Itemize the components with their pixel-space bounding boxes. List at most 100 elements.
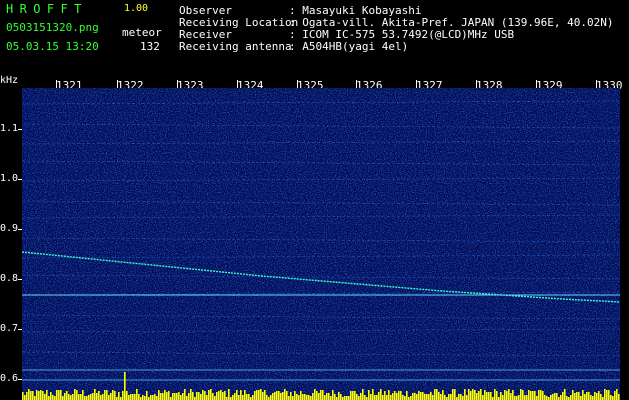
activity-bar bbox=[328, 393, 330, 400]
activity-bar bbox=[218, 391, 220, 400]
activity-bar bbox=[480, 389, 482, 400]
date-time: 05.03.15 13:20 bbox=[6, 40, 99, 53]
activity-bar bbox=[28, 389, 30, 400]
activity-bar bbox=[190, 389, 192, 400]
activity-bar bbox=[198, 392, 200, 400]
activity-bar bbox=[530, 391, 532, 400]
activity-bar bbox=[618, 394, 620, 400]
activity-bar bbox=[472, 389, 474, 400]
frequency-label: 0.6 bbox=[0, 373, 19, 384]
activity-bar bbox=[106, 390, 108, 400]
activity-bar bbox=[134, 394, 136, 400]
activity-bar bbox=[398, 391, 400, 400]
activity-bar bbox=[168, 391, 170, 400]
activity-bar bbox=[438, 392, 440, 400]
activity-bar bbox=[36, 390, 38, 400]
activity-bar bbox=[158, 390, 160, 400]
spectrogram-display bbox=[22, 88, 620, 400]
activity-bar bbox=[346, 396, 348, 400]
activity-bar bbox=[540, 390, 542, 400]
activity-bar bbox=[586, 392, 588, 400]
activity-bar bbox=[392, 393, 394, 400]
activity-bar bbox=[208, 390, 210, 400]
activity-bar bbox=[284, 389, 286, 400]
activity-bar bbox=[520, 389, 522, 400]
activity-bar bbox=[386, 395, 388, 400]
time-tick bbox=[596, 80, 597, 88]
activity-bar bbox=[292, 396, 294, 400]
activity-bar bbox=[26, 392, 28, 400]
activity-bar bbox=[38, 391, 40, 400]
activity-bar bbox=[126, 391, 128, 400]
activity-bar bbox=[322, 390, 324, 400]
activity-bar bbox=[78, 394, 80, 400]
activity-bar bbox=[294, 391, 296, 400]
activity-bar bbox=[502, 395, 504, 400]
activity-bar bbox=[220, 390, 222, 400]
activity-bar bbox=[454, 389, 456, 400]
activity-bar bbox=[244, 390, 246, 400]
activity-bar bbox=[510, 393, 512, 400]
activity-bar bbox=[514, 396, 516, 400]
activity-bar bbox=[104, 390, 106, 400]
activity-bar bbox=[376, 395, 378, 400]
observer-value: : Masayuki Kobayashi bbox=[289, 4, 422, 17]
activity-bar bbox=[526, 395, 528, 400]
time-tick bbox=[177, 80, 178, 88]
activity-bar bbox=[464, 389, 466, 400]
activity-bar bbox=[610, 395, 612, 400]
activity-bar bbox=[308, 395, 310, 400]
activity-bar bbox=[242, 395, 244, 400]
time-tick bbox=[416, 80, 417, 88]
activity-bar bbox=[162, 393, 164, 400]
frequency-label: 0.9 bbox=[0, 223, 19, 234]
activity-bar bbox=[240, 390, 242, 400]
activity-bar bbox=[570, 395, 572, 400]
activity-bar bbox=[56, 390, 58, 400]
activity-bar bbox=[382, 395, 384, 400]
activity-bar bbox=[528, 390, 530, 400]
activity-bar bbox=[518, 395, 520, 400]
activity-bar bbox=[402, 395, 404, 400]
activity-bar bbox=[204, 391, 206, 400]
activity-bar bbox=[606, 390, 608, 400]
activity-bar bbox=[588, 392, 590, 400]
activity-bar bbox=[390, 395, 392, 400]
frequency-axis: kHz 1.1 1.0 0.9 0.8 0.7 0.6 bbox=[0, 75, 22, 400]
activity-bar bbox=[500, 392, 502, 400]
activity-bar bbox=[358, 396, 360, 400]
activity-bar bbox=[488, 392, 490, 400]
activity-bar bbox=[248, 394, 250, 400]
activity-bar bbox=[160, 393, 162, 400]
activity-bar bbox=[180, 395, 182, 400]
activity-bar bbox=[84, 396, 86, 400]
activity-bar bbox=[54, 396, 56, 400]
activity-bar bbox=[200, 394, 202, 400]
activity-bar bbox=[448, 394, 450, 400]
activity-bar bbox=[352, 391, 354, 400]
activity-bar bbox=[552, 394, 554, 400]
activity-bar bbox=[596, 393, 598, 400]
activity-bar bbox=[598, 391, 600, 400]
activity-bar bbox=[44, 394, 46, 400]
activity-bar bbox=[462, 396, 464, 400]
activity-bar bbox=[60, 390, 62, 400]
activity-bar bbox=[278, 391, 280, 400]
time-tick bbox=[237, 80, 238, 88]
activity-bar bbox=[144, 396, 146, 400]
location-value: : Ogata-vill. Akita-Pref. JAPAN (139.96E… bbox=[289, 16, 614, 29]
observer-label: Observer bbox=[179, 4, 232, 17]
activity-bar bbox=[334, 394, 336, 400]
activity-bar bbox=[362, 389, 364, 400]
activity-bar bbox=[476, 393, 478, 400]
activity-bar bbox=[146, 391, 148, 400]
activity-bar bbox=[468, 389, 470, 400]
activity-bar bbox=[612, 396, 614, 400]
activity-bar bbox=[396, 393, 398, 400]
activity-bar bbox=[470, 391, 472, 400]
activity-bar bbox=[592, 396, 594, 400]
activity-bar bbox=[400, 391, 402, 400]
activity-bar bbox=[360, 393, 362, 400]
activity-bar bbox=[424, 394, 426, 400]
activity-bar bbox=[350, 391, 352, 400]
